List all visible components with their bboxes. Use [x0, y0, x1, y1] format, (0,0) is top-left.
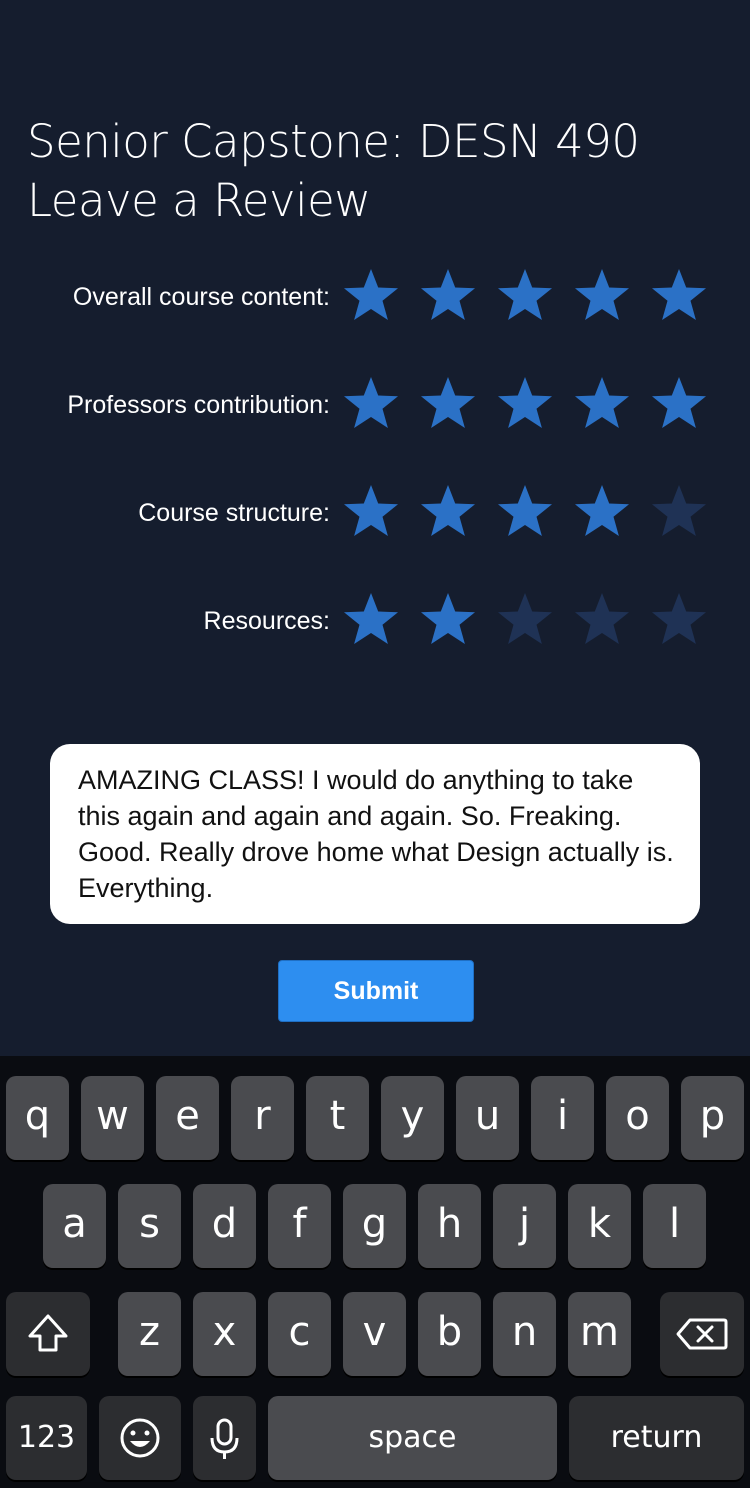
star-filled-icon[interactable] [340, 590, 402, 652]
key-c[interactable]: c [268, 1292, 331, 1376]
star-rating [340, 590, 710, 652]
shift-key[interactable] [6, 1292, 90, 1376]
key-q[interactable]: q [6, 1076, 69, 1160]
star-filled-icon[interactable] [340, 266, 402, 328]
numbers-key[interactable]: 123 [6, 1396, 87, 1480]
star-filled-icon[interactable] [494, 482, 556, 544]
star-rating [340, 266, 710, 328]
page-header: Senior Capstone: DESN 490 Leave a Review [27, 112, 640, 230]
key-l[interactable]: l [643, 1184, 706, 1268]
space-key[interactable]: space [268, 1396, 557, 1480]
emoji-icon [120, 1418, 160, 1458]
return-key[interactable]: return [569, 1396, 744, 1480]
key-x[interactable]: x [193, 1292, 256, 1376]
key-g[interactable]: g [343, 1184, 406, 1268]
star-filled-icon[interactable] [571, 266, 633, 328]
rating-label: Resources: [203, 607, 330, 635]
star-filled-icon[interactable] [417, 590, 479, 652]
star-empty-icon[interactable] [648, 482, 710, 544]
backspace-key[interactable] [660, 1292, 744, 1376]
key-o[interactable]: o [606, 1076, 669, 1160]
course-title: Senior Capstone: DESN 490 [27, 115, 640, 168]
review-screen: Senior Capstone: DESN 490 Leave a Review… [0, 0, 750, 1056]
key-u[interactable]: u [456, 1076, 519, 1160]
rating-label: Course structure: [138, 499, 330, 527]
key-j[interactable]: j [493, 1184, 556, 1268]
star-rating [340, 374, 710, 436]
key-r[interactable]: r [231, 1076, 294, 1160]
star-filled-icon[interactable] [648, 266, 710, 328]
key-f[interactable]: f [268, 1184, 331, 1268]
key-z[interactable]: z [118, 1292, 181, 1376]
key-d[interactable]: d [193, 1184, 256, 1268]
key-w[interactable]: w [81, 1076, 144, 1160]
key-b[interactable]: b [418, 1292, 481, 1376]
rating-row-course-structure: Course structure: [0, 478, 750, 548]
star-filled-icon[interactable] [571, 374, 633, 436]
shift-icon [28, 1314, 68, 1352]
star-filled-icon[interactable] [648, 374, 710, 436]
key-p[interactable]: p [681, 1076, 744, 1160]
key-e[interactable]: e [156, 1076, 219, 1160]
rating-row-professors-contribution: Professors contribution: [0, 370, 750, 440]
star-empty-icon[interactable] [571, 590, 633, 652]
key-t[interactable]: t [306, 1076, 369, 1160]
star-filled-icon[interactable] [494, 266, 556, 328]
key-v[interactable]: v [343, 1292, 406, 1376]
star-filled-icon[interactable] [417, 266, 479, 328]
rating-label: Overall course content: [72, 283, 330, 311]
star-rating [340, 482, 710, 544]
key-i[interactable]: i [531, 1076, 594, 1160]
rating-row-resources: Resources: [0, 586, 750, 656]
key-h[interactable]: h [418, 1184, 481, 1268]
key-m[interactable]: m [568, 1292, 631, 1376]
microphone-icon [210, 1418, 239, 1459]
page-subtitle: Leave a Review [27, 174, 371, 227]
rating-label: Professors contribution: [67, 391, 330, 419]
key-y[interactable]: y [381, 1076, 444, 1160]
star-filled-icon[interactable] [417, 482, 479, 544]
submit-button[interactable]: Submit [278, 960, 474, 1022]
emoji-key[interactable] [99, 1396, 181, 1480]
star-filled-icon[interactable] [417, 374, 479, 436]
star-filled-icon[interactable] [494, 374, 556, 436]
microphone-key[interactable] [193, 1396, 256, 1480]
star-filled-icon[interactable] [340, 374, 402, 436]
key-k[interactable]: k [568, 1184, 631, 1268]
key-s[interactable]: s [118, 1184, 181, 1268]
rating-row-overall-content: Overall course content: [0, 262, 750, 332]
key-a[interactable]: a [43, 1184, 106, 1268]
key-n[interactable]: n [493, 1292, 556, 1376]
star-empty-icon[interactable] [494, 590, 556, 652]
backspace-icon [676, 1318, 728, 1350]
on-screen-keyboard: q w e r t y u i o p a s d f g h j k l z … [0, 1056, 750, 1488]
star-empty-icon[interactable] [648, 590, 710, 652]
star-filled-icon[interactable] [340, 482, 402, 544]
review-textarea[interactable]: AMAZING CLASS! I would do anything to ta… [50, 744, 700, 924]
star-filled-icon[interactable] [571, 482, 633, 544]
